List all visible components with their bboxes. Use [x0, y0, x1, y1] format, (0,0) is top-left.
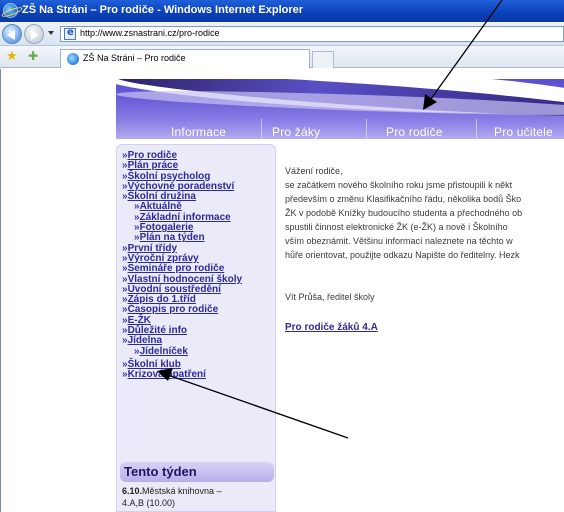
history-dropdown-chevron-icon[interactable]	[48, 31, 54, 35]
new-tab-button[interactable]	[312, 51, 334, 68]
week-entry-event: Městská knihovna –	[142, 486, 222, 496]
tab-current[interactable]: ZŠ Na Stráni – Pro rodiče	[60, 49, 310, 68]
tab-label: ZŠ Na Stráni – Pro rodiče	[83, 53, 186, 63]
week-panel-header: Tento týden	[120, 462, 274, 482]
window-title: ZŠ Na Stráni – Pro rodiče - Windows Inte…	[22, 4, 304, 16]
signature: Vít Průša, ředitel školy	[285, 292, 375, 302]
nav-tab-pro-rodice[interactable]: Pro rodiče	[386, 125, 443, 139]
nav-separator	[366, 119, 367, 139]
site-banner: Informace Pro žáky Pro rodiče Pro učitel…	[116, 79, 564, 139]
sidebar-item-label: Krizová opatření	[127, 369, 206, 381]
content-line: se začátkem nového školního roku jsme př…	[285, 180, 513, 190]
content-line: vším obeznámit. Většinu informací nalezn…	[285, 236, 513, 246]
content-line: spustili činnost elektronické ŽK (e-ŽK) …	[285, 222, 508, 232]
back-button[interactable]	[2, 24, 22, 44]
sidebar-menu: »Pro rodiče »Plán práce »Školní psycholog»…	[122, 150, 242, 381]
main-content: Vážení rodiče, se začátkem nového školní…	[285, 164, 564, 333]
week-panel-title: Tento týden	[124, 464, 197, 479]
nav-tab-pro-ucitele[interactable]: Pro učitele	[494, 125, 553, 139]
page-icon	[64, 27, 76, 40]
forward-button[interactable]	[24, 24, 44, 44]
week-entry-date: 6.10.	[122, 486, 143, 496]
ie-logo-icon	[3, 3, 18, 18]
page-favicon-icon	[67, 53, 79, 65]
url-text[interactable]: http://www.zsnastrani.cz/pro-rodice	[80, 28, 220, 38]
nav-separator	[476, 119, 477, 139]
back-arrow-icon	[7, 30, 15, 40]
content-line: hůře orientovat, použijte odkazu Napište…	[285, 250, 520, 260]
tab-bar: ★ ✚ ZŠ Na Stráni – Pro rodiče	[0, 46, 564, 68]
address-toolbar: http://www.zsnastrani.cz/pro-rodice	[0, 22, 564, 46]
favorites-star-icon[interactable]: ★	[6, 50, 18, 63]
left-sidebar: »Pro rodiče »Plán práce »Školní psycholog»…	[116, 144, 276, 512]
page-viewport: Informace Pro žáky Pro rodiče Pro učitel…	[0, 69, 564, 512]
week-entry-detail: 4.A,B (10.00)	[122, 498, 176, 508]
address-field[interactable]: http://www.zsnastrani.cz/pro-rodice	[60, 26, 564, 42]
nav-separator	[261, 119, 262, 139]
title-bar: ZŠ Na Stráni – Pro rodiče - Windows Inte…	[0, 0, 564, 22]
content-line: ŽK v podobě Knížky budoucího studenta a …	[285, 208, 523, 218]
sidebar-item[interactable]: »Jídelníček	[122, 345, 242, 357]
content-line: především o změnu Klasifikačního řádu, n…	[285, 194, 522, 204]
sidebar-item[interactable]: »Krizová opatření	[122, 369, 242, 381]
greeting: Vážení rodiče,	[285, 166, 343, 176]
sidebar-item-label: Jídelníček	[139, 345, 188, 357]
add-favorite-icon[interactable]: ✚	[28, 50, 38, 63]
week-entry: 6.10.Městská knihovna – 4.A,B (10.00)	[122, 485, 272, 509]
nav-tab-informace[interactable]: Informace	[171, 125, 226, 139]
parents-4a-link[interactable]: Pro rodiče žáků 4.A	[285, 321, 378, 335]
forward-arrow-icon	[31, 30, 39, 40]
nav-tab-pro-zaky[interactable]: Pro žáky	[272, 125, 320, 139]
